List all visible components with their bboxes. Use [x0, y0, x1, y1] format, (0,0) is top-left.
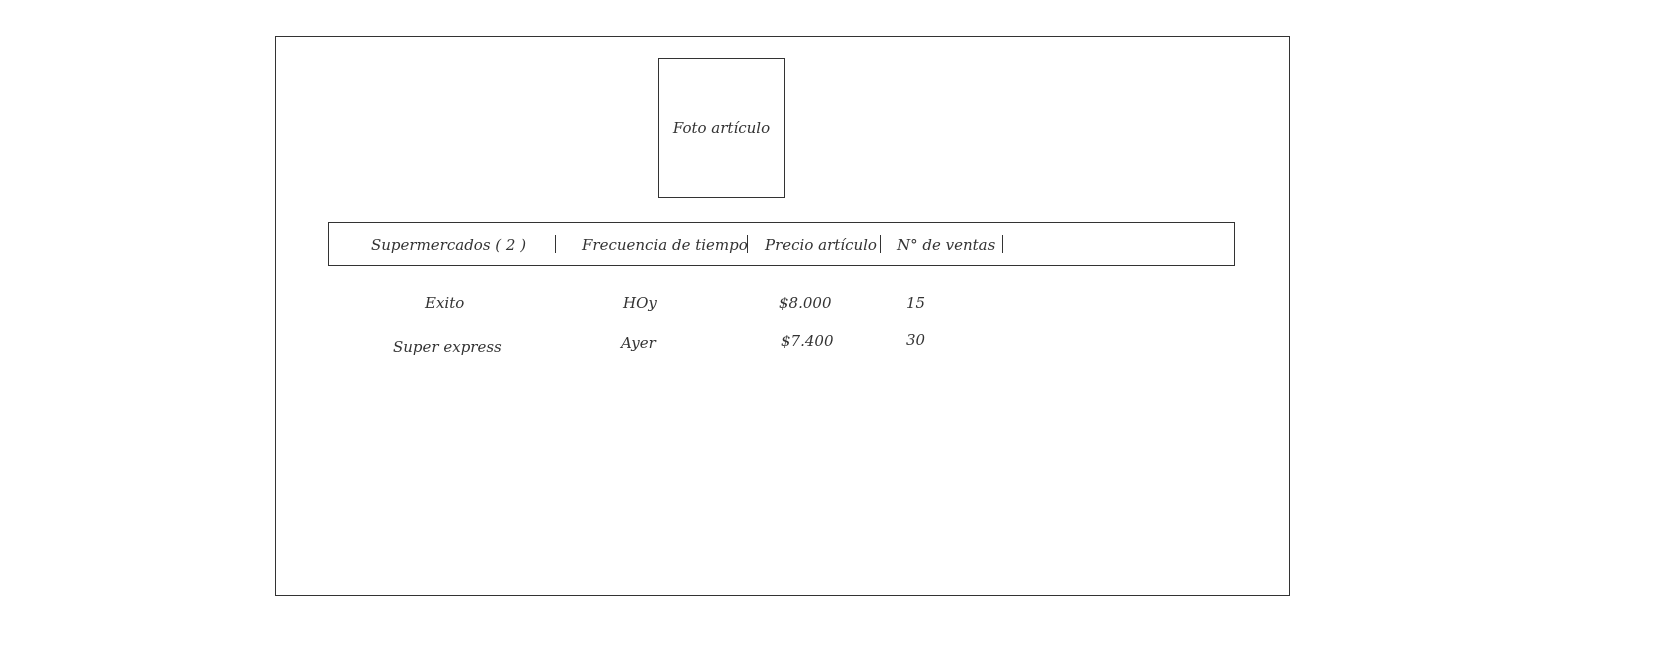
column-header-supermarkets: Supermercados ( 2 ) [371, 236, 527, 254]
cell-supermarket: Super express [393, 338, 502, 356]
cell-article-price: $8.000 [779, 294, 832, 312]
cell-supermarket: Exito [425, 294, 465, 312]
cell-article-price: $7.400 [781, 332, 834, 350]
column-header-article-price: Precio artículo [765, 236, 877, 254]
column-separator [747, 235, 748, 253]
article-photo-label: Foto artículo [672, 119, 771, 137]
column-separator [880, 235, 881, 253]
cell-time-frequency: Ayer [621, 334, 656, 352]
cell-sales-count: 15 [906, 294, 926, 312]
column-separator [555, 235, 556, 253]
column-separator [1002, 235, 1003, 253]
cell-time-frequency: HOy [623, 294, 657, 312]
article-photo-placeholder: Foto artículo [658, 58, 785, 198]
cell-sales-count: 30 [906, 331, 926, 349]
table-header: Supermercados ( 2 ) Frecuencia de tiempo… [328, 222, 1235, 266]
column-header-time-frequency: Frecuencia de tiempo [582, 236, 748, 254]
column-header-sales-count: N° de ventas [897, 236, 996, 254]
